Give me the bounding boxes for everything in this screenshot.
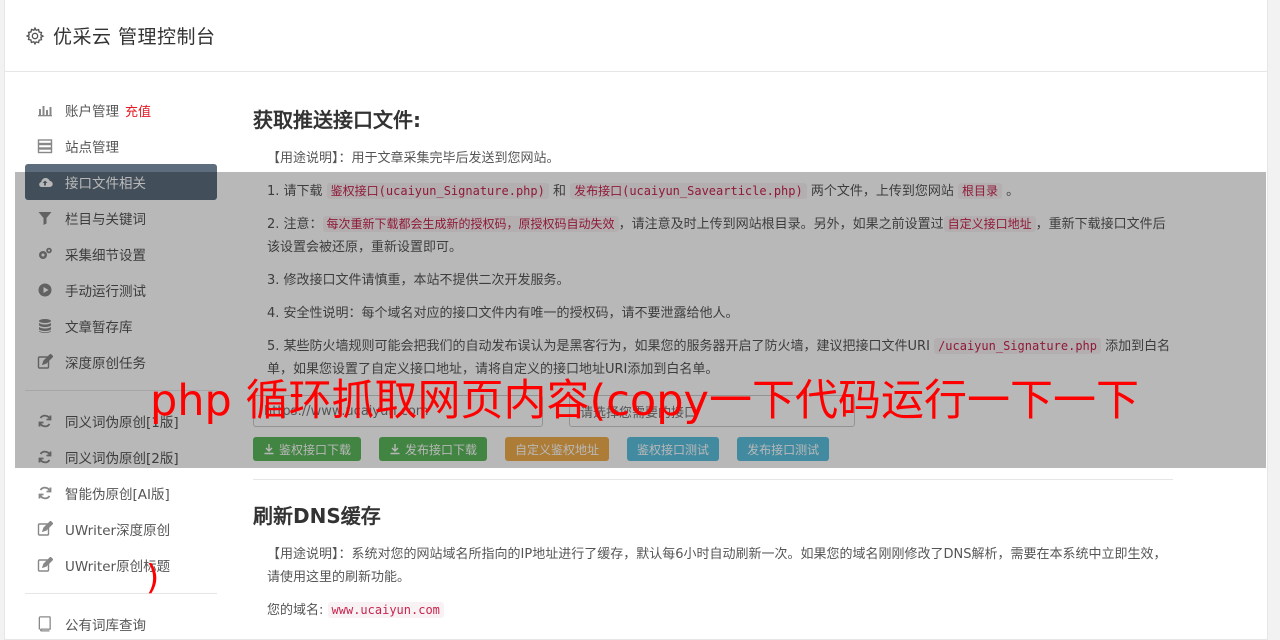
sidebar-item-uwriter-title[interactable]: UWriter原创标题 bbox=[25, 547, 217, 583]
sidebar-divider bbox=[25, 593, 217, 594]
sidebar-item-label: UWriter深度原创 bbox=[65, 523, 171, 539]
refresh-icon bbox=[38, 486, 52, 500]
sidebar-item-label: 公有词库查询 bbox=[65, 618, 146, 634]
dns-usage-label: 【用途说明】 bbox=[267, 547, 339, 562]
edit-icon bbox=[37, 557, 53, 572]
sidebar-item-ai-rewrite[interactable]: 智能伪原创[AI版] bbox=[25, 475, 217, 511]
section-title-interface-files: 获取推送接口文件: bbox=[253, 108, 421, 132]
sidebar-item-public-dictionary[interactable]: 公有词库查询 bbox=[25, 606, 217, 640]
usage-note: 【用途说明】：用于文章采集完毕后发送到您网站。 bbox=[267, 147, 1173, 170]
domain-value: www.ucaiyun.com bbox=[327, 602, 444, 618]
sidebar-item-account[interactable]: 账户管理 充值 bbox=[25, 92, 217, 128]
gear-icon bbox=[25, 26, 45, 45]
sidebar-item-label: 站点管理 bbox=[65, 140, 119, 156]
domain-label: 您的域名: bbox=[267, 603, 324, 618]
sidebar-item-label: 智能伪原创[AI版] bbox=[65, 487, 170, 503]
header-bar: 优采云 管理控制台 bbox=[5, 0, 1267, 72]
dns-usage-text: ：系统对您的网站域名所指向的IP地址进行了缓存，默认每6小时自动刷新一次。如果您… bbox=[267, 547, 1167, 585]
sidebar-item-uwriter-deep[interactable]: UWriter深度原创 bbox=[25, 511, 217, 547]
dns-usage-note: 【用途说明】：系统对您的网站域名所指向的IP地址进行了缓存，默认每6小时自动刷新… bbox=[267, 543, 1173, 589]
app-title: 优采云 管理控制台 bbox=[53, 26, 216, 48]
bar-chart-icon bbox=[38, 106, 52, 117]
usage-label: 【用途说明】 bbox=[267, 151, 339, 166]
recharge-link[interactable]: 充值 bbox=[125, 101, 151, 120]
sidebar-item-sites[interactable]: 站点管理 bbox=[25, 128, 217, 164]
book-icon bbox=[38, 616, 51, 632]
watermark-text: php 循环抓取网页内容(copy一下代码运行一下一下 bbox=[150, 376, 1139, 426]
sidebar-item-label: 账户管理 bbox=[65, 104, 119, 120]
domain-line: 您的域名: www.ucaiyun.com bbox=[267, 599, 1173, 622]
usage-text: ：用于文章采集完毕后发送到您网站。 bbox=[338, 151, 560, 166]
section-divider bbox=[253, 479, 1173, 480]
watermark-paren: ) bbox=[146, 558, 160, 598]
edit-icon bbox=[37, 521, 53, 536]
section-title-dns: 刷新DNS缓存 bbox=[253, 504, 381, 528]
server-icon bbox=[37, 139, 53, 154]
